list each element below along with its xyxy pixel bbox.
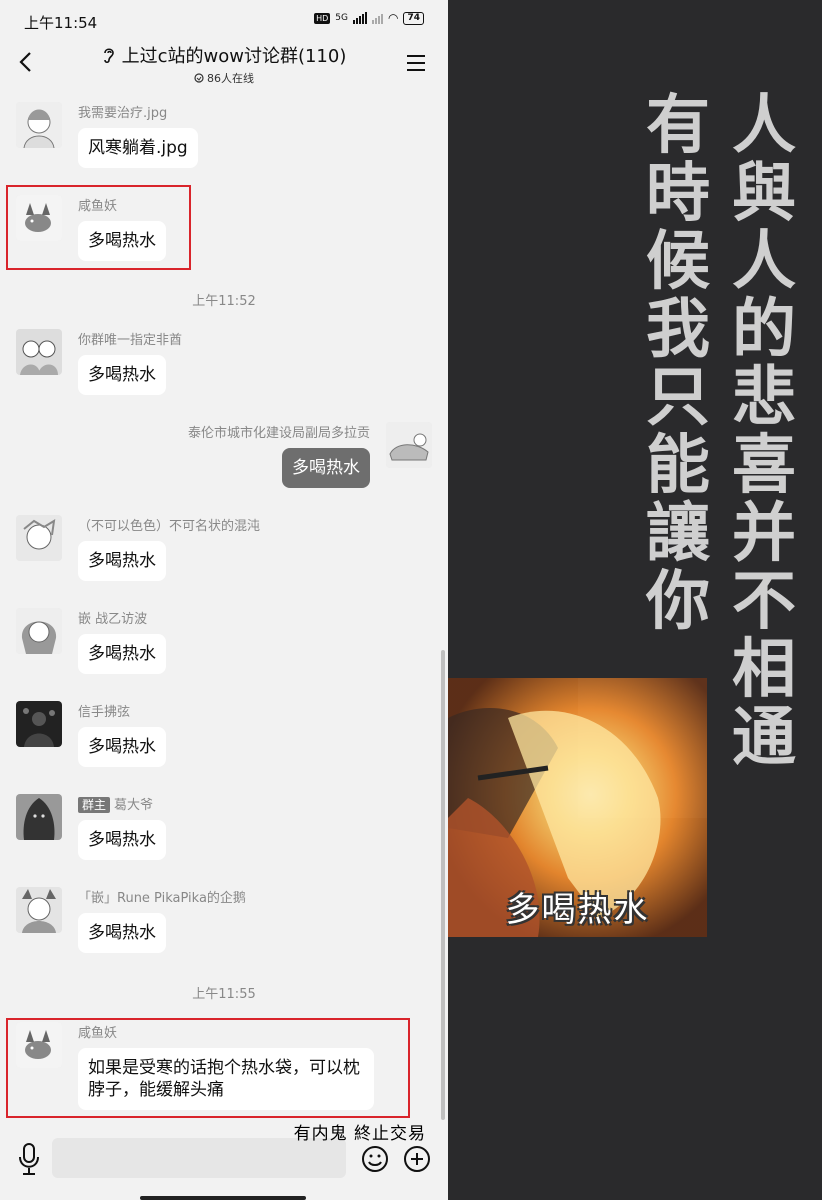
meme-char: 并 xyxy=(732,497,796,571)
timestamp: 上午11:52 xyxy=(192,294,256,309)
sender-name: 我需要治疗.jpg xyxy=(78,106,168,121)
sender-name: 你群唯一指定非酋 xyxy=(78,333,183,348)
status-bar: 上午11:54 HD 5G ◠ 74 xyxy=(0,0,448,40)
message-bubble[interactable]: 多喝热水 xyxy=(78,913,166,953)
chat-screen: 上午11:54 HD 5G ◠ 74 上过c站的wow讨论群(110) 86人在… xyxy=(0,0,448,1200)
message-bubble[interactable]: 多喝热水 xyxy=(78,541,166,581)
sender-name: 嵌 战乙访波 xyxy=(78,612,148,627)
meme-char: 只 xyxy=(646,361,710,435)
plus-icon[interactable] xyxy=(402,1144,432,1174)
avatar[interactable] xyxy=(386,422,432,468)
meme-image: 多喝热水 xyxy=(448,678,707,937)
meme-char: 人 xyxy=(732,225,796,299)
status-time: 上午11:54 xyxy=(24,14,98,32)
avatar[interactable] xyxy=(16,794,62,840)
group-title: 上过c站的wow讨论群(110) xyxy=(102,42,347,68)
avatar[interactable] xyxy=(16,515,62,561)
sender-name: 咸鱼妖 xyxy=(78,199,118,214)
wifi-icon: ◠ xyxy=(387,11,399,25)
message-bubble[interactable]: 多喝热水 xyxy=(78,820,166,860)
meme-char: 不 xyxy=(732,565,796,639)
message-input[interactable] xyxy=(52,1138,346,1178)
microphone-icon[interactable] xyxy=(16,1142,42,1176)
online-count: 86人在线 xyxy=(60,70,388,86)
avatar[interactable] xyxy=(16,887,62,933)
sender-name: 咸鱼妖 xyxy=(78,1026,118,1041)
sender-name: 泰伦市城市化建设局副局多拉贡 xyxy=(187,426,370,441)
avatar[interactable] xyxy=(16,701,62,747)
home-indicator[interactable] xyxy=(140,1196,306,1200)
sender-name: 「嵌」Rune PikaPika的企鹅 xyxy=(78,891,246,906)
message-bubble[interactable]: 多喝热水 xyxy=(78,355,166,395)
signal-secondary-icon xyxy=(371,12,383,24)
battery-icon: 74 xyxy=(403,11,424,25)
meme-char: 候 xyxy=(646,225,710,299)
message-bubble[interactable]: 如果是受寒的话抱个热水袋，可以枕脖子，能缓解头痛 xyxy=(78,1048,374,1110)
avatar[interactable] xyxy=(16,102,62,148)
online-count-text: 86人在线 xyxy=(207,72,254,85)
overlay-caption: 有内鬼 終止交易 xyxy=(293,1124,426,1144)
meme-char: 時 xyxy=(646,157,710,231)
meme-char: 你 xyxy=(646,565,710,639)
meme-char: 能 xyxy=(646,429,710,503)
meme-char: 通 xyxy=(732,701,796,775)
message-bubble[interactable]: 多喝热水 xyxy=(78,727,166,767)
meme-text-column-left: 有時候我只能讓你 xyxy=(640,92,716,636)
ear-icon xyxy=(103,48,114,64)
sender-name: 群主 葛大爷 xyxy=(78,794,153,813)
meme-panel: 人與人的悲喜并不相通 有時候我只能讓你 多喝热水 xyxy=(448,0,822,1200)
message-bubble[interactable]: 多喝热水 xyxy=(78,634,166,674)
menu-icon[interactable] xyxy=(406,54,426,72)
meme-caption: 多喝热水 xyxy=(505,890,650,930)
status-icons: HD 5G ◠ 74 xyxy=(314,11,424,25)
back-arrow-icon[interactable] xyxy=(16,50,36,74)
meme-text-column-right: 人與人的悲喜并不相通 xyxy=(726,92,802,772)
sender-name-text: 葛大爷 xyxy=(114,798,154,813)
meme-char: 讓 xyxy=(646,497,710,571)
message-bubble[interactable]: 风寒躺着.jpg xyxy=(78,128,198,168)
owner-badge: 群主 xyxy=(78,797,111,813)
avatar[interactable] xyxy=(16,1022,62,1068)
chat-title-block[interactable]: 上过c站的wow讨论群(110) 86人在线 xyxy=(60,42,388,86)
network-label: 5G xyxy=(335,13,348,23)
signal-icon xyxy=(352,12,367,24)
online-status-icon xyxy=(194,73,204,83)
meme-char: 喜 xyxy=(732,429,796,503)
avatar[interactable] xyxy=(16,608,62,654)
chat-header: 上过c站的wow讨论群(110) 86人在线 xyxy=(0,40,448,88)
scrollbar[interactable] xyxy=(441,650,445,1120)
meme-char: 悲 xyxy=(732,361,796,435)
avatar[interactable] xyxy=(16,329,62,375)
message-bubble[interactable]: 多喝热水 xyxy=(78,221,166,261)
meme-char: 人 xyxy=(732,89,796,163)
meme-char: 與 xyxy=(732,157,796,231)
hd-icon: HD xyxy=(314,12,331,24)
meme-char: 的 xyxy=(732,293,796,367)
meme-char: 我 xyxy=(646,293,710,367)
sender-name: （不可以色色）不可名状的混沌 xyxy=(78,519,261,534)
avatar[interactable] xyxy=(16,195,62,241)
group-title-text: 上过c站的wow讨论群(110) xyxy=(121,46,347,67)
meme-char: 有 xyxy=(646,89,710,163)
meme-char: 相 xyxy=(732,633,796,707)
timestamp: 上午11:55 xyxy=(192,987,256,1002)
sender-name: 信手拂弦 xyxy=(78,705,131,720)
message-bubble[interactable]: 多喝热水 xyxy=(282,448,370,488)
emoji-icon[interactable] xyxy=(360,1144,390,1174)
